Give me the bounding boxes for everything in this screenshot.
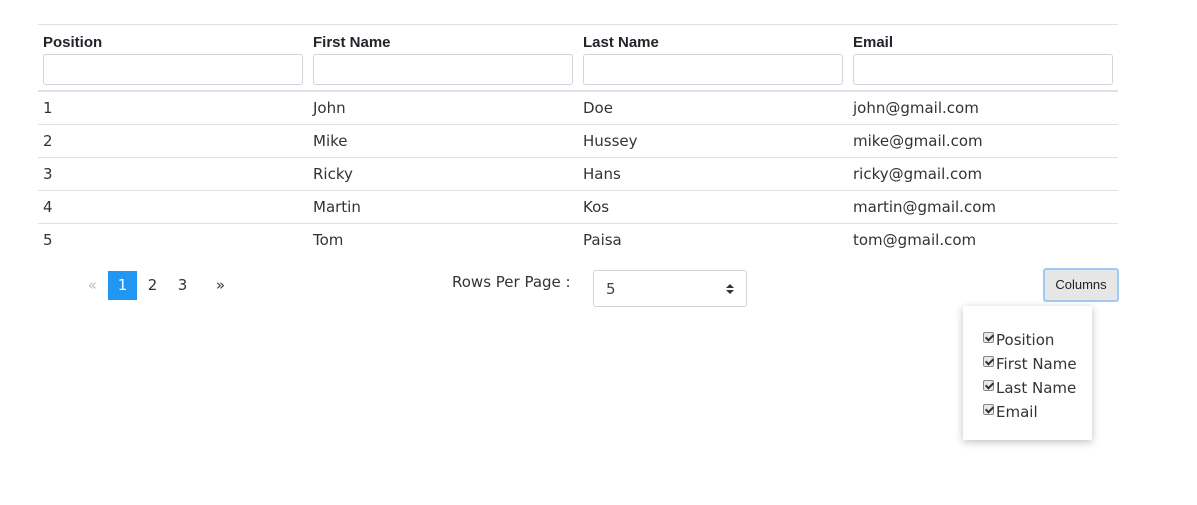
cell-last-name: Hans (578, 157, 848, 191)
pagination-page-3[interactable]: 3 (168, 271, 197, 300)
pagination-page-1[interactable]: 1 (108, 270, 137, 300)
cell-last-name: Kos (578, 190, 848, 224)
table-row: 1 John Doe john@gmail.com (38, 91, 1118, 125)
cell-position: 4 (38, 190, 308, 224)
last-name-filter-input[interactable] (583, 54, 843, 85)
pagination: « 1 2 3 » (78, 270, 236, 300)
column-toggle-email[interactable]: Email (983, 400, 1092, 424)
column-toggle-label: First Name (996, 355, 1077, 373)
cell-position: 5 (38, 223, 308, 256)
select-updown-icon (726, 283, 734, 294)
header-row: Position First Name Last Name Email (38, 24, 1118, 51)
first-name-filter-input[interactable] (313, 54, 573, 85)
pagination-next-button[interactable]: » (206, 271, 235, 300)
column-header-first-name[interactable]: First Name (308, 24, 578, 51)
rows-per-page-value: 5 (606, 279, 616, 298)
columns-button[interactable]: Columns (1043, 268, 1119, 302)
table-row: 4 Martin Kos martin@gmail.com (38, 190, 1118, 224)
checkbox-checked-icon[interactable] (983, 331, 994, 343)
column-header-last-name[interactable]: Last Name (578, 24, 848, 51)
cell-email: tom@gmail.com (848, 223, 1118, 256)
table-row: 3 Ricky Hans ricky@gmail.com (38, 157, 1118, 191)
cell-email: ricky@gmail.com (848, 157, 1118, 191)
filter-row (38, 51, 1118, 92)
column-header-position[interactable]: Position (38, 24, 308, 51)
column-header-email[interactable]: Email (848, 24, 1118, 51)
cell-first-name: Mike (308, 124, 578, 158)
cell-position: 3 (38, 157, 308, 191)
cell-first-name: Ricky (308, 157, 578, 191)
column-toggle-last-name[interactable]: Last Name (983, 376, 1092, 400)
position-filter-input[interactable] (43, 54, 303, 85)
pagination-page-2[interactable]: 2 (138, 271, 167, 300)
cell-last-name: Paisa (578, 223, 848, 256)
checkbox-checked-icon[interactable] (983, 355, 994, 367)
cell-last-name: Hussey (578, 124, 848, 158)
column-toggle-first-name[interactable]: First Name (983, 352, 1092, 376)
rows-per-page-label: Rows Per Page : (452, 273, 571, 291)
table-row: 5 Tom Paisa tom@gmail.com (38, 223, 1118, 256)
cell-first-name: John (313, 99, 346, 117)
data-grid-container: Position First Name Last Name Email 1 Jo… (38, 24, 1118, 256)
cell-email: john@gmail.com (853, 99, 979, 117)
email-filter-input[interactable] (853, 54, 1113, 85)
cell-first-name: Tom (308, 223, 578, 256)
data-table: Position First Name Last Name Email 1 Jo… (38, 24, 1118, 256)
column-toggle-label: Position (996, 331, 1055, 349)
column-toggle-label: Email (996, 403, 1038, 421)
cell-position: 1 (43, 99, 53, 117)
checkbox-checked-icon[interactable] (983, 379, 994, 391)
column-toggle-position[interactable]: Position (983, 328, 1092, 352)
columns-dropdown-menu: Position First Name Last Name Email (963, 306, 1092, 440)
cell-first-name: Martin (308, 190, 578, 224)
column-toggle-label: Last Name (996, 379, 1077, 397)
cell-last-name: Doe (583, 99, 613, 117)
rows-per-page-select[interactable]: 5 (593, 270, 747, 307)
pagination-prev-button[interactable]: « (78, 271, 107, 300)
cell-email: martin@gmail.com (848, 190, 1118, 224)
table-row: 2 Mike Hussey mike@gmail.com (38, 124, 1118, 158)
cell-position: 2 (38, 124, 308, 158)
cell-email: mike@gmail.com (848, 124, 1118, 158)
checkbox-checked-icon[interactable] (983, 403, 994, 415)
